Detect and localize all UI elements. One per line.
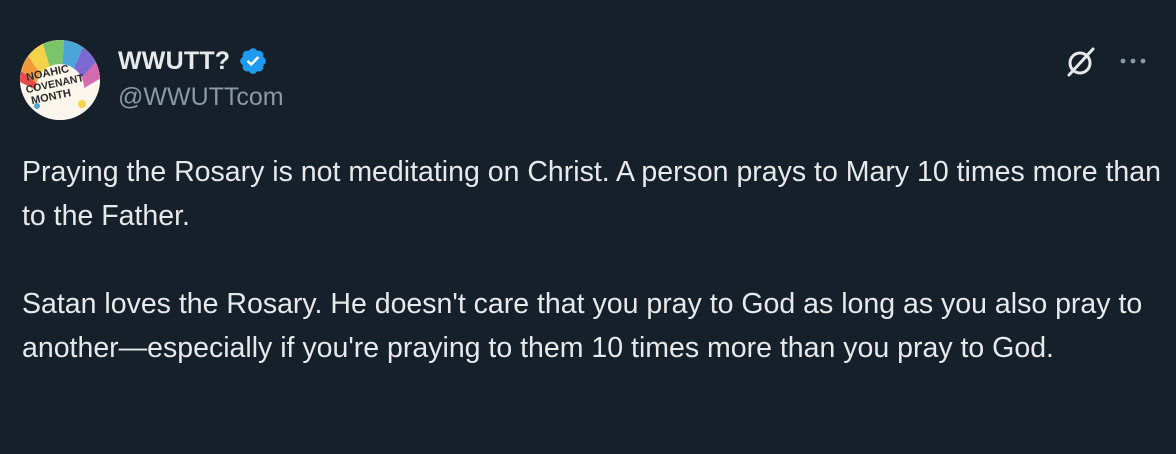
tweet-paragraph-2: Satan loves the Rosary. He doesn't care … bbox=[22, 288, 1143, 364]
tweet-paragraph-1: Praying the Rosary is not meditating on … bbox=[22, 156, 1161, 232]
tweet-text: Praying the Rosary is not meditating on … bbox=[22, 150, 1162, 370]
tweet-card: NOAHIC COVENANT MONTH WWUTT? @WWUTTcom P… bbox=[0, 0, 1176, 454]
author-name-row: WWUTT? bbox=[118, 44, 268, 78]
author-display-name[interactable]: WWUTT? bbox=[118, 47, 230, 76]
grok-icon[interactable] bbox=[1063, 44, 1099, 80]
verified-badge-icon bbox=[238, 46, 268, 76]
more-options-icon[interactable] bbox=[1116, 48, 1150, 74]
avatar-image: NOAHIC COVENANT MONTH bbox=[20, 40, 100, 120]
author-handle[interactable]: @WWUTTcom bbox=[118, 83, 284, 112]
avatar[interactable]: NOAHIC COVENANT MONTH bbox=[20, 40, 100, 120]
